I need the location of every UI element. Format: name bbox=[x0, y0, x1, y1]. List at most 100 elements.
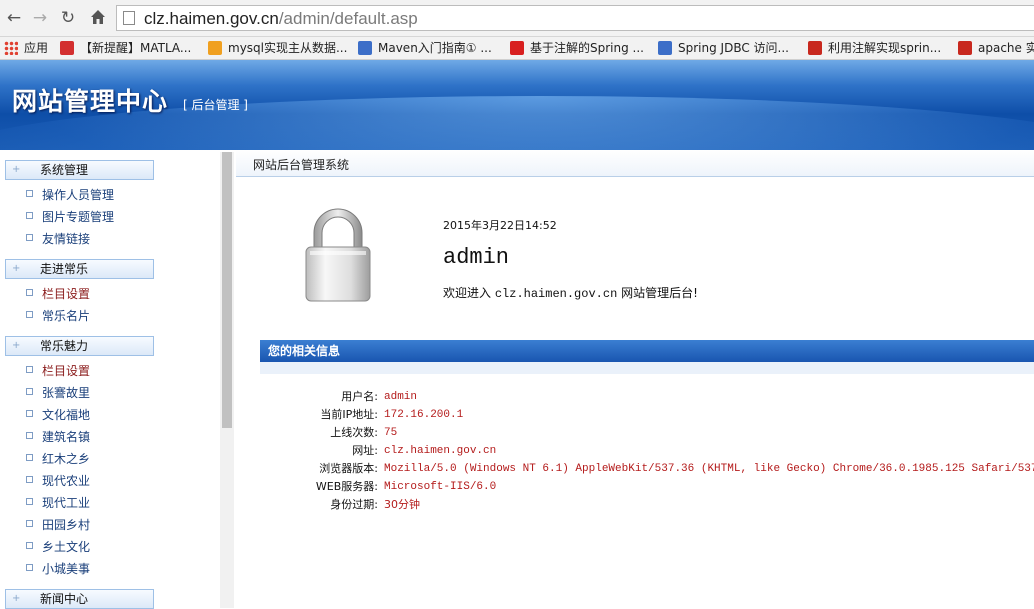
address-bar-area: ← → ↻ clz.haimen.gov.cn/admin/default.as… bbox=[0, 0, 1034, 37]
scrollbar-thumb[interactable] bbox=[222, 152, 232, 428]
bookmark-item[interactable]: Maven入门指南① ... bbox=[358, 39, 492, 57]
info-row: 用户名: admin bbox=[236, 388, 1034, 406]
info-value: 75 bbox=[384, 427, 398, 439]
menu-item-label: 田园乡村 bbox=[42, 518, 91, 532]
sidebar-menu: + 系统管理 操作人员管理 图片专题管理 友情链接 + 走进常乐 栏目设置 常乐名片 + 常乐魅力栏… bbox=[0, 150, 220, 609]
bookmark-item[interactable]: 应用 bbox=[4, 39, 48, 57]
bullet-icon bbox=[26, 454, 33, 461]
menu-item-label: 乡土文化 bbox=[42, 540, 91, 554]
bookmark-item[interactable]: mysql实现主从数据... bbox=[208, 39, 347, 57]
bookmarks-bar: 应用 【新提醒】MATLA... mysql实现主从数据... Maven入门指南① … bbox=[0, 37, 1034, 60]
login-datetime: 2015年3月22日14:52 bbox=[443, 219, 557, 232]
forward-arrow-icon[interactable]: → bbox=[30, 8, 50, 28]
menu-item[interactable]: 现代农业 bbox=[26, 471, 90, 491]
site-title: 网站管理中心 bbox=[12, 87, 169, 116]
bullet-icon bbox=[26, 190, 33, 197]
main-title-bar: 网站后台管理系统 bbox=[236, 150, 1034, 177]
csdn-icon bbox=[808, 41, 822, 55]
url-path: /admin/default.asp bbox=[278, 9, 418, 28]
menu-item[interactable]: 乡土文化 bbox=[26, 537, 90, 557]
menu-item[interactable]: 红木之乡 bbox=[26, 449, 90, 469]
home-icon[interactable] bbox=[88, 8, 108, 28]
bookmark-label: Maven入门指南① ... bbox=[378, 41, 492, 55]
reload-icon[interactable]: ↻ bbox=[58, 8, 78, 28]
menu-item[interactable]: 图片专题管理 bbox=[26, 207, 114, 227]
menu-group-title: 常乐魅力 bbox=[40, 339, 89, 353]
expand-icon: + bbox=[12, 164, 21, 175]
url-input[interactable]: clz.haimen.gov.cn/admin/default.asp bbox=[116, 5, 1034, 31]
bullet-icon bbox=[26, 520, 33, 527]
sidebar-scrollbar[interactable] bbox=[220, 152, 234, 608]
bookmark-item[interactable]: Spring JDBC 访问... bbox=[658, 39, 789, 57]
url-text: clz.haimen.gov.cn/admin/default.asp bbox=[144, 9, 418, 29]
menu-item[interactable]: 操作人员管理 bbox=[26, 185, 114, 205]
menu-item-label: 现代农业 bbox=[42, 474, 91, 488]
menu-item-label: 栏目设置 bbox=[42, 364, 91, 378]
info-value: 30分钟 bbox=[384, 498, 420, 511]
bookmark-item[interactable]: apache 实 bbox=[958, 39, 1034, 57]
bullet-icon bbox=[26, 432, 33, 439]
info-label: 浏览器版本: bbox=[319, 462, 378, 475]
menu-item[interactable]: 张謇故里 bbox=[26, 383, 90, 403]
bullet-icon bbox=[26, 564, 33, 571]
menu-item[interactable]: 文化福地 bbox=[26, 405, 90, 425]
menu-item[interactable]: 友情链接 bbox=[26, 229, 90, 249]
menu-item-label: 张謇故里 bbox=[42, 386, 91, 400]
cnblogs-icon bbox=[658, 41, 672, 55]
site-subtitle: [ 后台管理 ] bbox=[183, 98, 248, 112]
url-host: clz.haimen.gov.cn bbox=[144, 9, 279, 28]
menu-item[interactable]: 栏目设置 bbox=[26, 284, 90, 304]
main-content: 网站后台管理系统 2015年3月22日14:52 admin 欢迎进入 clz.… bbox=[236, 150, 1034, 608]
menu-item-label: 文化福地 bbox=[42, 408, 91, 422]
bullet-icon bbox=[26, 366, 33, 373]
menu-item[interactable]: 常乐名片 bbox=[26, 306, 90, 326]
menu-item[interactable]: 建筑名镇 bbox=[26, 427, 90, 447]
bookmark-label: Spring JDBC 访问... bbox=[678, 41, 789, 55]
welcome-suffix: 网站管理后台! bbox=[621, 286, 698, 300]
info-label: 网址: bbox=[352, 444, 378, 457]
back-arrow-icon[interactable]: ← bbox=[4, 8, 24, 28]
expand-icon: + bbox=[12, 593, 21, 604]
menu-item-label: 现代工业 bbox=[42, 496, 91, 510]
info-row: 当前IP地址: 172.16.200.1 bbox=[236, 406, 1034, 424]
menu-item[interactable]: 现代工业 bbox=[26, 493, 90, 513]
info-label: WEB服务器: bbox=[315, 480, 378, 493]
menu-item-label: 红木之乡 bbox=[42, 452, 91, 466]
bookmark-label: apache 实 bbox=[978, 41, 1034, 55]
menu-group-header[interactable]: + 新闻中心 bbox=[5, 589, 154, 609]
menu-item-label: 小城美事 bbox=[42, 562, 91, 576]
info-section-underlay bbox=[260, 362, 1034, 374]
main-bar-title: 网站后台管理系统 bbox=[253, 158, 350, 172]
menu-item[interactable]: 栏目设置 bbox=[26, 361, 90, 381]
site-red-icon bbox=[60, 41, 74, 55]
info-row: 网址: clz.haimen.gov.cn bbox=[236, 442, 1034, 460]
bullet-icon bbox=[26, 498, 33, 505]
welcome-site: clz.haimen.gov.cn bbox=[494, 287, 618, 301]
menu-item[interactable]: 小城美事 bbox=[26, 559, 90, 579]
menu-item-label: 操作人员管理 bbox=[42, 188, 115, 202]
page-icon bbox=[123, 11, 135, 25]
bookmark-item[interactable]: 利用注解实现sprin... bbox=[808, 39, 941, 57]
bullet-icon bbox=[26, 410, 33, 417]
bookmark-label: 基于注解的Spring ... bbox=[530, 41, 644, 55]
current-username: admin bbox=[443, 245, 510, 270]
bookmark-item[interactable]: 基于注解的Spring ... bbox=[510, 39, 644, 57]
menu-item-label: 建筑名镇 bbox=[42, 430, 91, 444]
bullet-icon bbox=[26, 542, 33, 549]
bookmark-item[interactable]: 【新提醒】MATLA... bbox=[60, 39, 191, 57]
info-section-title: 您的相关信息 bbox=[268, 344, 341, 358]
expand-icon: + bbox=[12, 263, 21, 274]
welcome-message: 欢迎进入 clz.haimen.gov.cn 网站管理后台! bbox=[443, 284, 698, 301]
menu-item-label: 常乐名片 bbox=[42, 309, 91, 323]
info-label: 身份过期: bbox=[330, 498, 378, 511]
menu-group-header[interactable]: + 常乐魅力 bbox=[5, 336, 154, 356]
info-value: admin bbox=[384, 391, 418, 403]
bookmark-label: 利用注解实现sprin... bbox=[828, 41, 942, 55]
info-value: Microsoft-IIS/6.0 bbox=[384, 481, 497, 493]
menu-group-header[interactable]: + 走进常乐 bbox=[5, 259, 154, 279]
menu-item-label: 图片专题管理 bbox=[42, 210, 115, 224]
menu-item[interactable]: 田园乡村 bbox=[26, 515, 90, 535]
bullet-icon bbox=[26, 212, 33, 219]
menu-group-header[interactable]: + 系统管理 bbox=[5, 160, 154, 180]
apps-grid-icon bbox=[4, 41, 18, 55]
